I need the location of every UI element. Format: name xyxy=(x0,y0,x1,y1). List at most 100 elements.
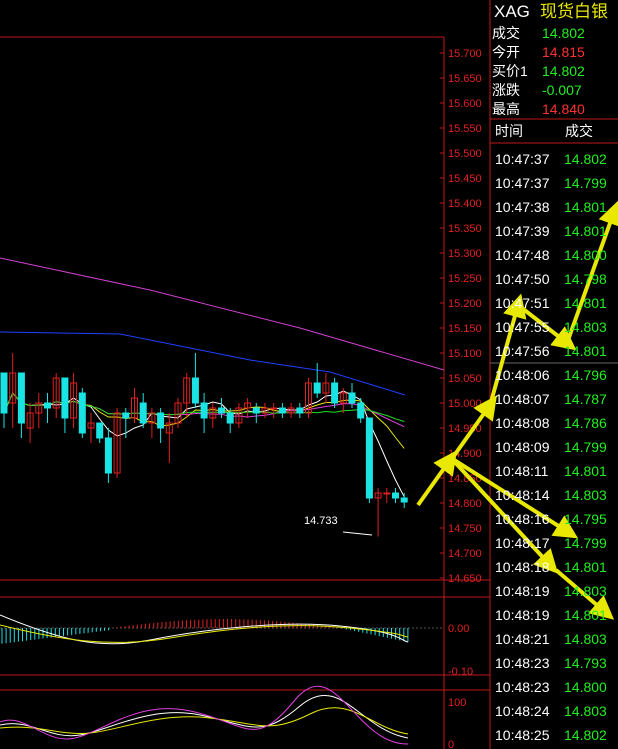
price-axis-label: 15.400 xyxy=(448,198,482,210)
candle-body xyxy=(365,417,373,499)
tick-price: 14.801 xyxy=(564,463,607,479)
candle-body xyxy=(392,492,399,499)
candle-body xyxy=(313,382,321,394)
tick-row[interactable]: 10:48:19 14.803 xyxy=(490,579,618,603)
tick-price: 14.799 xyxy=(564,535,607,551)
ma120-line xyxy=(0,257,445,371)
tick-price: 14.801 xyxy=(564,223,607,239)
macd-dif-line xyxy=(0,614,409,645)
tick-time: 10:48:11 xyxy=(495,463,549,479)
tick-row[interactable]: 10:48:09 14.799 xyxy=(490,435,618,459)
instrument-name: 现货白银 xyxy=(540,2,608,21)
candle-body xyxy=(44,402,51,409)
tick-row[interactable]: 10:48:25 14.802 xyxy=(490,723,618,747)
tick-time: 10:48:17 xyxy=(495,535,550,551)
instrument-header: XAG 现货白银 xyxy=(490,0,618,24)
tick-time: 10:47:55 xyxy=(495,319,550,335)
price-axis-label: 14.650 xyxy=(448,573,482,585)
tick-row[interactable]: 10:47:56 14.801 xyxy=(490,339,618,363)
quote-row: 最高 14.840 xyxy=(490,100,618,119)
tick-row[interactable]: 10:48:14 14.803 xyxy=(490,483,618,507)
price-axis-label: 15.200 xyxy=(448,298,482,310)
tick-price: 14.798 xyxy=(564,271,607,287)
tick-price: 14.799 xyxy=(564,175,607,191)
tick-row[interactable]: 10:47:37 14.802 xyxy=(490,147,618,171)
tick-row[interactable]: 10:48:11 14.801 xyxy=(490,459,618,483)
tick-price: 14.801 xyxy=(564,295,607,311)
tick-price: 14.803 xyxy=(564,487,607,503)
tick-row[interactable]: 10:48:06 14.796 xyxy=(490,363,618,387)
candle-body xyxy=(270,407,278,410)
quote-value: 14.815 xyxy=(542,44,585,60)
quote-value: 14.802 xyxy=(542,63,585,79)
tick-row[interactable]: 10:47:38 14.801 xyxy=(490,195,618,219)
tick-row[interactable]: 10:48:21 14.803 xyxy=(490,627,618,651)
ma60-line xyxy=(0,331,406,396)
price-axis-label: 15.000 xyxy=(448,398,482,410)
quote-value: 14.840 xyxy=(542,101,585,117)
low-price-annotation: 14.733 xyxy=(304,515,338,527)
price-axis-label: 15.700 xyxy=(448,48,482,60)
tick-price: 14.801 xyxy=(564,199,607,215)
candle-body xyxy=(200,402,208,419)
tick-row[interactable]: 10:47:37 14.799 xyxy=(490,171,618,195)
tick-row[interactable]: 10:47:48 14.800 xyxy=(490,243,618,267)
macd-axis-label: -0.10 xyxy=(448,666,473,678)
kdj-panel: 100 0 xyxy=(0,685,466,749)
tick-time: 10:48:19 xyxy=(495,607,550,623)
tick-price: 14.800 xyxy=(564,679,607,695)
quote-key: 今开 xyxy=(492,44,520,60)
candle-body xyxy=(278,407,286,414)
tick-time: 10:48:23 xyxy=(495,679,550,695)
quote-row: 今开 14.815 xyxy=(490,43,618,62)
tick-time: 10:47:56 xyxy=(495,343,550,359)
tick-row[interactable]: 10:48:18 14.801 xyxy=(490,555,618,579)
tick-price: 14.795 xyxy=(564,511,607,527)
tick-row[interactable]: 10:47:39 14.801 xyxy=(490,219,618,243)
price-axis-label: 15.050 xyxy=(448,373,482,385)
tick-row[interactable]: 10:48:08 14.786 xyxy=(490,411,618,435)
tick-price: 14.803 xyxy=(564,319,607,335)
moving-average-lines xyxy=(0,257,445,498)
tick-price: 14.793 xyxy=(564,655,607,671)
tick-time: 10:47:48 xyxy=(495,247,550,263)
tick-row[interactable]: 10:47:55 14.803 xyxy=(490,315,618,339)
tick-time: 10:48:09 xyxy=(495,439,550,455)
ticks-header-time: 时间 xyxy=(495,123,523,139)
price-axis-label: 15.150 xyxy=(448,323,482,335)
price-axis-label: 15.300 xyxy=(448,248,482,260)
tick-row[interactable]: 10:48:16 14.795 xyxy=(490,507,618,531)
price-axis-label: 15.350 xyxy=(448,223,482,235)
candle-body xyxy=(139,402,147,424)
tick-time: 10:48:24 xyxy=(495,703,550,719)
candle-body xyxy=(61,377,69,419)
tick-time: 10:47:39 xyxy=(495,223,550,239)
price-axis-label: 15.450 xyxy=(448,173,482,185)
quote-value: -0.007 xyxy=(542,82,582,98)
macd-axis-label: 0.00 xyxy=(448,623,469,635)
tick-time: 10:47:50 xyxy=(495,271,550,287)
tick-row[interactable]: 10:48:23 14.800 xyxy=(490,675,618,699)
candle-body xyxy=(0,372,8,414)
tick-row[interactable]: 10:48:23 14.793 xyxy=(490,651,618,675)
price-axis-label: 15.600 xyxy=(448,98,482,110)
tick-row[interactable]: 10:48:24 14.803 xyxy=(490,699,618,723)
tick-time: 10:47:51 xyxy=(495,295,550,311)
tick-row[interactable]: 10:47:51 14.801 xyxy=(490,291,618,315)
tick-row[interactable]: 10:48:17 14.799 xyxy=(490,531,618,555)
quote-key: 最高 xyxy=(492,101,520,117)
tick-row[interactable]: 10:48:07 14.787 xyxy=(490,387,618,411)
price-axis-label: 15.550 xyxy=(448,123,482,135)
price-axis-label: 14.800 xyxy=(448,498,482,510)
quote-key: 涨跌 xyxy=(492,82,520,98)
price-axis-label: 14.700 xyxy=(448,548,482,560)
tick-time: 10:48:23 xyxy=(495,655,550,671)
tick-time: 10:48:08 xyxy=(495,415,550,431)
tick-row[interactable]: 10:48:19 14.801 xyxy=(490,603,618,627)
annotation-arrow xyxy=(416,450,457,507)
tick-row[interactable]: 10:47:50 14.798 xyxy=(490,267,618,291)
candle-body xyxy=(226,412,234,424)
price-axis: 15.700 15.650 15.600 15.550 15.500 15.450 15.4… xyxy=(440,48,482,585)
quote-value: 14.802 xyxy=(542,25,585,41)
candle-body xyxy=(96,422,104,439)
